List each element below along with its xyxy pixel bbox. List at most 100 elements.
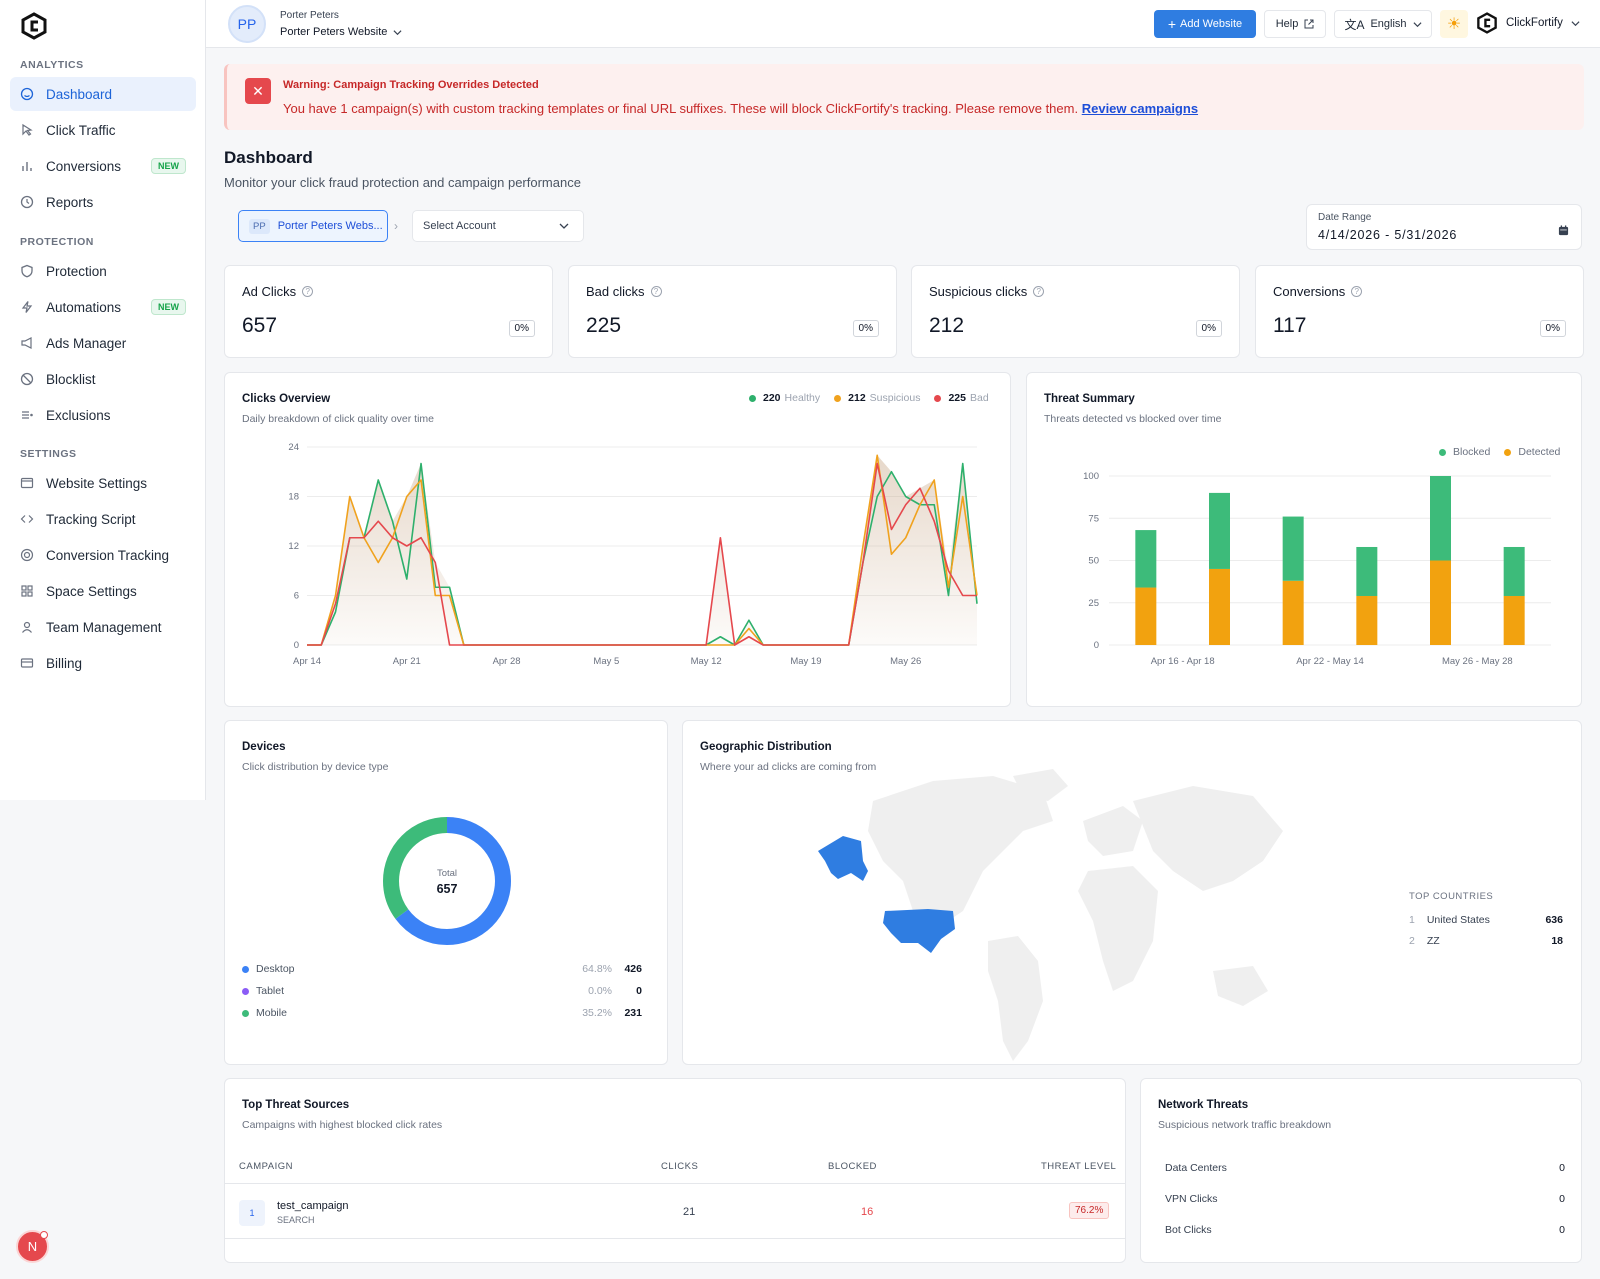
legend-dot bbox=[242, 1009, 249, 1017]
sidebar-item-label: Dashboard bbox=[46, 86, 113, 102]
world-map bbox=[818, 769, 1283, 1061]
bar-detected bbox=[1209, 568, 1230, 645]
new-badge: NEW bbox=[151, 299, 186, 315]
sidebar-item-click-traffic[interactable]: Click Traffic bbox=[10, 113, 196, 147]
top-threat-sources-card: Top Threat Sources Campaigns with highes… bbox=[224, 1078, 1126, 1263]
bar-detected bbox=[1430, 560, 1451, 645]
sidebar-item-exclusions[interactable]: Exclusions bbox=[10, 398, 196, 432]
country-count: 636 bbox=[1545, 914, 1563, 926]
country-rank: 1 bbox=[1409, 914, 1415, 926]
col-blocked[interactable]: BLOCKED bbox=[828, 1161, 877, 1172]
review-campaigns-link[interactable]: Review campaigns bbox=[1082, 101, 1198, 116]
sidebar-item-billing[interactable]: Billing bbox=[10, 646, 196, 680]
sidebar-item-space-settings[interactable]: Space Settings bbox=[10, 574, 196, 608]
site-chip-initials: PP bbox=[249, 218, 270, 234]
donut-total-label: Total bbox=[436, 868, 458, 879]
browser-icon bbox=[20, 476, 34, 490]
site-chip[interactable]: PP Porter Peters Webs... bbox=[238, 210, 388, 242]
devices-subtitle: Click distribution by device type bbox=[242, 761, 389, 773]
theme-toggle-button[interactable]: ☀ bbox=[1440, 10, 1468, 38]
col-threat-level[interactable]: THREAT LEVEL bbox=[1041, 1161, 1116, 1172]
stat-label-text: Conversions bbox=[1273, 284, 1346, 299]
y-tick-label: 0 bbox=[294, 640, 299, 651]
brand-name: ClickFortify bbox=[1506, 17, 1563, 29]
external-link-icon bbox=[1304, 19, 1314, 29]
country-count: 18 bbox=[1551, 935, 1563, 947]
stat-value: 657 bbox=[242, 314, 278, 337]
sidebar-item-automations[interactable]: Automations NEW bbox=[10, 290, 196, 324]
y-tick-label: 0 bbox=[1094, 640, 1099, 651]
y-tick-label: 100 bbox=[1083, 471, 1099, 482]
brand-menu[interactable]: ClickFortify bbox=[1476, 12, 1580, 34]
date-range-label: Date Range bbox=[1318, 212, 1372, 223]
campaign-type: SEARCH bbox=[277, 1215, 315, 1225]
threat-level-badge: 76.2% bbox=[1069, 1202, 1110, 1219]
network-value: 0 bbox=[1559, 1224, 1565, 1236]
stat-value: 212 bbox=[929, 314, 965, 337]
sidebar-item-website-settings[interactable]: Website Settings bbox=[10, 466, 196, 500]
users-icon bbox=[20, 620, 34, 634]
y-tick-label: 50 bbox=[1088, 556, 1099, 567]
sidebar-item-conversion-tracking[interactable]: Conversion Tracking bbox=[10, 538, 196, 572]
language-select[interactable]: 文A English bbox=[1334, 10, 1432, 38]
stat-change-badge: 0% bbox=[508, 320, 535, 337]
campaign-name: test_campaign bbox=[277, 1200, 349, 1212]
add-website-label: Add Website bbox=[1180, 18, 1243, 30]
device-count: 426 bbox=[624, 963, 642, 975]
stat-change-badge: 0% bbox=[1539, 320, 1566, 337]
col-campaign[interactable]: CAMPAIGN bbox=[239, 1161, 293, 1172]
bolt-icon bbox=[20, 300, 34, 314]
chevron-right-icon: › bbox=[394, 219, 398, 233]
table-row[interactable]: 1 test_campaign SEARCH 21 16 76.2% bbox=[225, 1183, 1126, 1239]
sidebar-item-reports[interactable]: Reports bbox=[10, 185, 196, 219]
sidebar-item-dashboard[interactable]: Dashboard bbox=[10, 77, 196, 111]
help-circle-icon[interactable]: ? bbox=[302, 286, 314, 297]
translate-icon: 文A bbox=[1344, 17, 1365, 32]
network-threats-subtitle: Suspicious network traffic breakdown bbox=[1158, 1119, 1332, 1131]
section-settings: SETTINGS bbox=[20, 448, 77, 460]
network-row-vpn-clicks: VPN Clicks 0 bbox=[1165, 1193, 1565, 1205]
sidebar-item-tracking-script[interactable]: Tracking Script bbox=[10, 502, 196, 536]
help-label: Help bbox=[1275, 18, 1299, 30]
new-badge: NEW bbox=[151, 158, 186, 174]
campaign-clicks: 21 bbox=[683, 1206, 696, 1218]
help-circle-icon[interactable]: ? bbox=[1033, 286, 1045, 297]
help-circle-icon[interactable]: ? bbox=[1351, 286, 1363, 297]
website-selector[interactable]: Porter Peters Website bbox=[280, 26, 402, 38]
sidebar-item-label: Website Settings bbox=[46, 475, 148, 491]
ban-icon bbox=[20, 372, 34, 386]
x-tick-label: May 26 - May 28 bbox=[1442, 656, 1513, 667]
close-icon[interactable]: ✕ bbox=[245, 78, 271, 104]
grid-icon bbox=[20, 584, 34, 598]
megaphone-icon bbox=[20, 336, 34, 350]
avatar[interactable]: PP bbox=[228, 5, 266, 43]
clicks-overview-card: Clicks Overview Daily breakdown of click… bbox=[224, 372, 1011, 707]
geo-distribution-card: Geographic Distribution Where your ad cl… bbox=[682, 720, 1582, 1065]
threat-summary-chart: 0 25 50 75 100 Apr 16 - Apr 18 Apr 22 - May 14… bbox=[1083, 471, 1551, 667]
clickfortify-logo-icon[interactable] bbox=[20, 12, 48, 40]
x-tick-label: May 12 bbox=[691, 656, 722, 667]
alert-message-text: You have 1 campaign(s) with custom track… bbox=[283, 101, 1079, 116]
clickfortify-logo-icon bbox=[1477, 12, 1497, 34]
sidebar-item-blocklist[interactable]: Blocklist bbox=[10, 362, 196, 396]
stat-label-text: Bad clicks bbox=[586, 284, 645, 299]
help-button[interactable]: Help bbox=[1264, 10, 1326, 38]
help-circle-icon[interactable]: ? bbox=[650, 286, 662, 297]
add-website-button[interactable]: + Add Website bbox=[1154, 10, 1256, 38]
area-fill bbox=[307, 455, 977, 645]
sidebar-item-team-management[interactable]: Team Management bbox=[10, 610, 196, 644]
country-name: ZZ bbox=[1426, 935, 1440, 947]
sidebar-item-label: Blocklist bbox=[46, 371, 96, 387]
col-clicks[interactable]: CLICKS bbox=[661, 1161, 698, 1172]
sidebar-item-ads-manager[interactable]: Ads Manager bbox=[10, 326, 196, 360]
sidebar-item-label: Space Settings bbox=[46, 583, 137, 599]
threat-sources-title: Top Threat Sources bbox=[242, 1099, 350, 1111]
sidebar-item-conversions[interactable]: Conversions NEW bbox=[10, 149, 196, 183]
stat-label-text: Ad Clicks bbox=[242, 284, 297, 299]
calendar-icon bbox=[1558, 225, 1569, 236]
select-account-dropdown[interactable]: Select Account bbox=[412, 210, 584, 242]
chevron-down-icon bbox=[393, 29, 402, 35]
bar-blocked bbox=[1209, 492, 1230, 569]
date-range-picker[interactable]: Date Range 4/14/2026 - 5/31/2026 bbox=[1306, 204, 1582, 250]
sidebar-item-protection[interactable]: Protection bbox=[10, 254, 196, 288]
